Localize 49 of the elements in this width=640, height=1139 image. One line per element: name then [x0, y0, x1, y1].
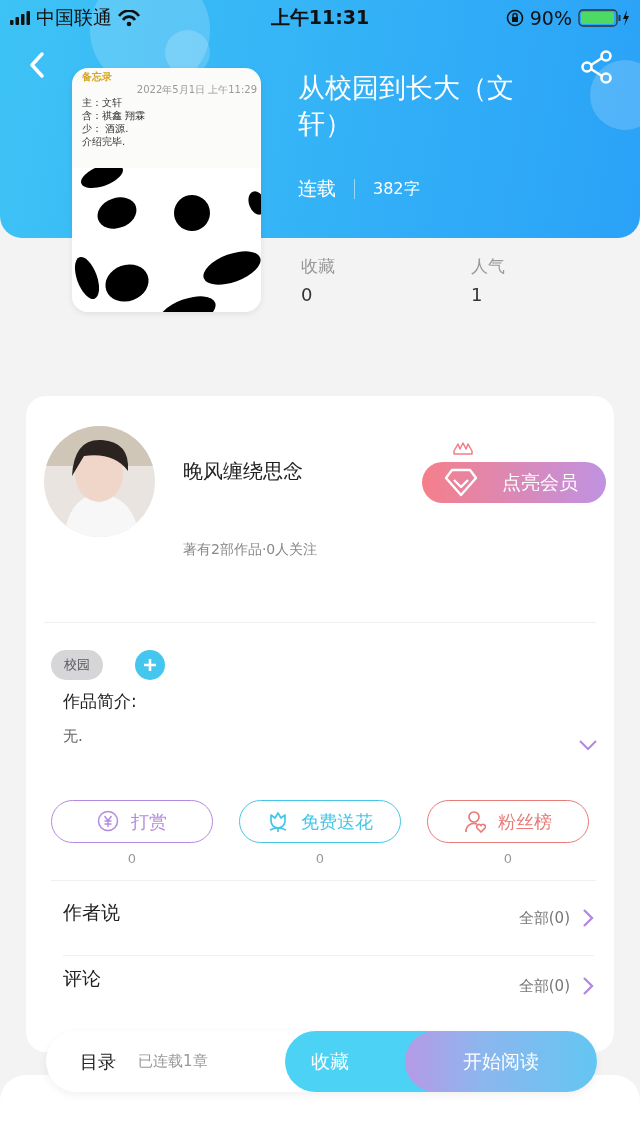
- memo-line: 介绍完毕.: [82, 135, 126, 148]
- memo-line: 主：文轩: [82, 96, 122, 109]
- memo-date: 2022年5月1日 上午11:29: [136, 83, 257, 96]
- chapter-count: 已连载1章: [138, 1052, 208, 1071]
- rotation-lock-icon: [505, 9, 524, 27]
- battery-icon: [578, 9, 630, 27]
- memo-line: 少： 酒源.: [82, 122, 129, 135]
- stat-value: 0: [301, 284, 313, 305]
- view-all-link[interactable]: 全部(0): [518, 908, 594, 928]
- status-time: 上午11:31: [270, 5, 370, 30]
- author-info: 著有2部作品·0人关注: [183, 541, 318, 559]
- tip-button[interactable]: 打赏: [51, 800, 213, 843]
- section-title: 作者说: [63, 900, 121, 925]
- signal-icon: [10, 11, 30, 25]
- action-count: 0: [503, 851, 513, 866]
- start-reading-button[interactable]: 开始阅读: [405, 1031, 597, 1092]
- chevron-right-icon: [582, 908, 594, 928]
- word-count: 382字: [373, 178, 420, 200]
- diamond-icon: [444, 468, 478, 497]
- action-count: 0: [127, 851, 137, 866]
- carrier-name: 中国联通: [36, 5, 112, 30]
- memo-line: 含：祺鑫 翔霖: [82, 109, 146, 122]
- share-icon: [580, 50, 614, 84]
- fan-ranking-button[interactable]: 粉丝榜: [427, 800, 589, 843]
- synopsis-label: 作品简介:: [63, 690, 137, 713]
- synopsis-text: 无.: [63, 727, 83, 746]
- share-button[interactable]: [580, 50, 614, 84]
- section-title: 评论: [63, 966, 102, 991]
- coin-icon: [97, 809, 119, 834]
- stat-value: 1: [471, 284, 483, 305]
- tulip-icon: [267, 809, 289, 834]
- add-tag-button[interactable]: [135, 650, 165, 680]
- genre-tag: 校园: [51, 650, 103, 680]
- memo-app-label: 备忘录: [82, 70, 112, 83]
- action-count: 0: [315, 851, 325, 866]
- serial-status: 连载: [298, 176, 336, 201]
- wifi-icon: [118, 9, 140, 27]
- send-flower-button[interactable]: 免费送花: [239, 800, 401, 843]
- expand-icon[interactable]: [578, 738, 598, 752]
- stat-label: 人气: [471, 255, 505, 278]
- catalog-button[interactable]: 目录: [80, 1049, 116, 1074]
- stat-label: 收藏: [301, 255, 335, 278]
- battery-percent: 90%: [529, 7, 572, 29]
- book-title: 从校园到长大（文轩）: [298, 71, 515, 141]
- crown-icon: [452, 442, 474, 456]
- view-all-link[interactable]: 全部(0): [518, 976, 594, 996]
- author-name: 晚风缠绕思念: [183, 458, 303, 485]
- person-heart-icon: [464, 809, 486, 834]
- plus-icon: [143, 658, 157, 672]
